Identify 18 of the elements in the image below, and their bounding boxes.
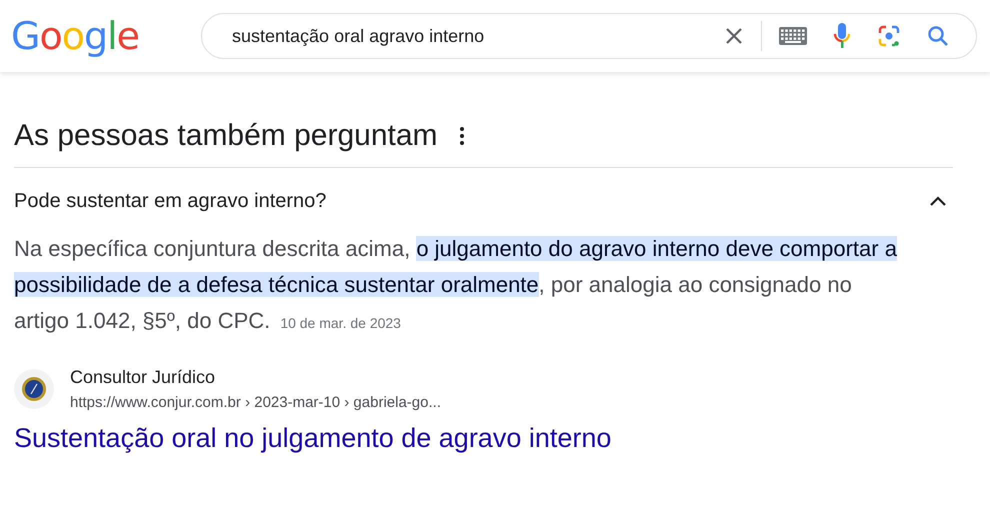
result-title-link[interactable]: Sustentação oral no julgamento de agravo interno [14, 423, 612, 454]
close-icon[interactable] [724, 26, 744, 46]
microphone-icon[interactable] [833, 23, 851, 49]
camera-icon[interactable] [877, 24, 901, 48]
search-icon[interactable] [927, 25, 949, 47]
section-title: As pessoas também perguntam [14, 119, 438, 153]
answer-date: 10 de mar. de 2023 [280, 315, 401, 331]
site-favicon [21, 376, 47, 402]
answer-paragraph: Na específica conjuntura descrita acima, o julgamento do agravo interno deve comportar a possibilidade de a defesa técnica sustentar oralmente, por analogia ao consignado no artigo 1.042, §5º, do CPC. 10 de mar. de 2023 [14, 235, 898, 335]
chevron-icon[interactable] [929, 196, 947, 207]
site-url[interactable]: https://www.conjur.com.br › 2023-mar-10 › gabriela-go... [70, 394, 441, 411]
site-name: Consultor Jurídico [70, 367, 216, 388]
search-bar[interactable]: sustentação oral agravo interno [201, 13, 977, 59]
search-field[interactable]: sustentação oral agravo interno [230, 24, 711, 48]
more-icon[interactable] [460, 127, 464, 145]
keyboard-icon[interactable] [779, 27, 807, 45]
google-logo[interactable]: Google [11, 14, 201, 58]
question-text[interactable]: Pode sustentar em agravo interno? [14, 190, 326, 213]
